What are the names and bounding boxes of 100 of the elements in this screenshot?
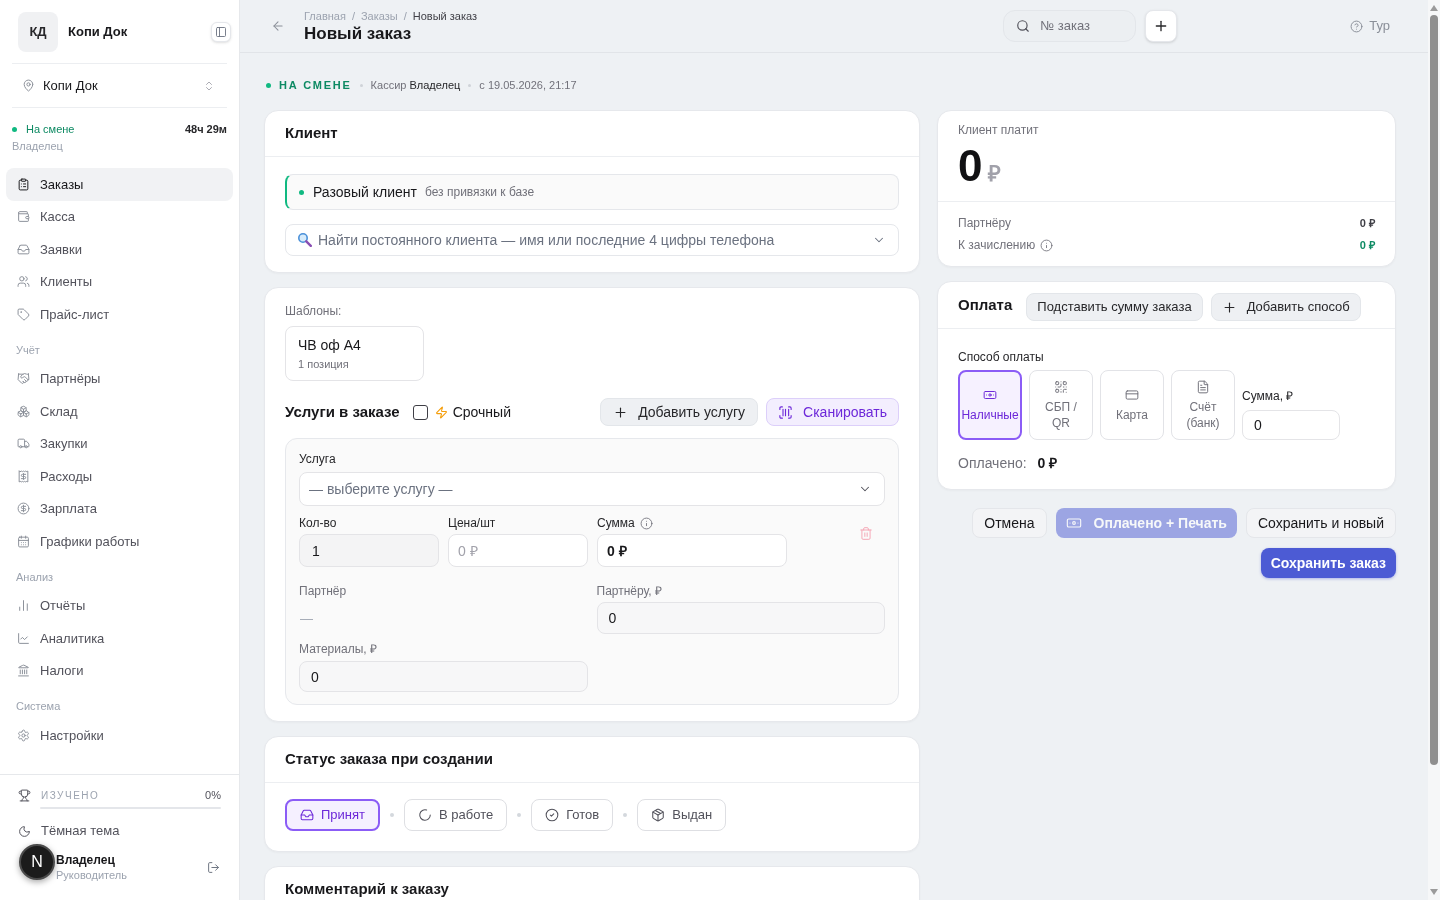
search-icon bbox=[1016, 19, 1031, 33]
scroll-down-arrow-icon[interactable] bbox=[1430, 889, 1438, 895]
shift-role: Владелец bbox=[12, 139, 64, 153]
breadcrumb-separator: / bbox=[351, 8, 355, 23]
scroll-up-arrow-icon[interactable] bbox=[1430, 5, 1438, 11]
urgent-label[interactable]: Срочный bbox=[452, 401, 511, 423]
nav-item[interactable]: Отчёты bbox=[6, 589, 233, 622]
logout-icon bbox=[206, 860, 220, 874]
bar-chart-icon bbox=[17, 599, 30, 613]
client-type-hint: без привязки к базе bbox=[424, 184, 535, 201]
nav-item[interactable]: Налоги bbox=[6, 654, 233, 687]
users-icon bbox=[17, 275, 30, 289]
nav-item[interactable]: Заказы bbox=[6, 168, 233, 201]
secondary-button[interactable]: Отмена bbox=[972, 508, 1047, 538]
document-icon bbox=[1196, 379, 1210, 394]
add-method-button[interactable]: Добавить способ bbox=[1210, 293, 1361, 321]
field-label: Способ оплаты bbox=[958, 350, 1045, 364]
field-label: Цена/шт bbox=[448, 516, 497, 530]
one-time-client-option[interactable]: Разовый клиент без привязки к базе bbox=[285, 174, 899, 210]
fill-order-sum-button[interactable]: Подставить сумму заказа bbox=[1026, 293, 1203, 321]
nav-item[interactable]: Партнёры bbox=[6, 362, 233, 395]
tag-icon bbox=[17, 307, 30, 321]
paid-label: Оплачено: bbox=[958, 453, 1027, 473]
service-select[interactable]: — выберите услугу — bbox=[299, 472, 885, 506]
currency-sign: ₽ bbox=[988, 160, 1002, 188]
check-circle-icon bbox=[545, 808, 560, 822]
plus-icon bbox=[613, 404, 629, 420]
shift-status: На смене bbox=[26, 121, 75, 137]
amount-input[interactable]: 0 bbox=[1242, 410, 1340, 440]
status-step[interactable]: Готов bbox=[531, 799, 614, 831]
coin-icon bbox=[17, 502, 30, 516]
client-search-field[interactable]: Найти постоянного клиента — имя или последние 4 цифры телефона bbox=[285, 224, 899, 256]
delete-button[interactable] bbox=[859, 526, 873, 541]
order-search-field[interactable]: № заказ bbox=[1003, 10, 1137, 42]
add-service-button[interactable]: Добавить услугу bbox=[600, 398, 759, 426]
nav-item[interactable]: Настройки bbox=[6, 719, 233, 752]
client-type: Разовый клиент bbox=[313, 182, 417, 202]
page-title: Новый заказ bbox=[304, 22, 413, 44]
trash-icon bbox=[859, 526, 873, 541]
truck-icon bbox=[17, 437, 30, 451]
nav-item[interactable]: Зарплата bbox=[6, 492, 233, 525]
card-title: Клиент bbox=[285, 123, 338, 144]
price-input[interactable]: 0 ₽ bbox=[448, 534, 588, 567]
boxes-icon bbox=[17, 404, 30, 418]
paid-value: 0 ₽ bbox=[1037, 453, 1058, 473]
nav-item[interactable]: Расходы bbox=[6, 460, 233, 493]
field-label: Сумма bbox=[597, 516, 635, 530]
scrollbar[interactable] bbox=[1428, 0, 1440, 900]
materials-input[interactable]: 0 bbox=[299, 661, 588, 692]
partner-share-input[interactable]: 0 bbox=[596, 602, 885, 634]
collapse-sidebar-button[interactable] bbox=[211, 21, 231, 42]
add-button[interactable] bbox=[1145, 10, 1178, 42]
qr-code-icon bbox=[1054, 379, 1068, 394]
templates-label: Шаблоны: bbox=[285, 303, 343, 319]
info-icon bbox=[639, 516, 653, 530]
breadcrumb-current: Новый заказ bbox=[412, 8, 478, 23]
package-icon bbox=[651, 808, 666, 822]
theme-toggle[interactable]: Тёмная тема bbox=[12, 815, 227, 847]
payment-method-tile[interactable]: СБП / QR bbox=[1029, 370, 1093, 440]
payment-method-tile[interactable]: Счёт (банк) bbox=[1171, 370, 1235, 440]
user-name: Владелец bbox=[56, 852, 116, 868]
quantity-input[interactable]: 1 bbox=[299, 534, 439, 567]
template-card[interactable]: ЧВ оф А4 1 позиция bbox=[285, 326, 424, 381]
payment-method-tile[interactable]: Карта bbox=[1100, 370, 1164, 440]
nav-item[interactable]: Заявки bbox=[6, 233, 233, 266]
summary-label: Клиент платит bbox=[958, 122, 1040, 138]
field-label: Сумма, ₽ bbox=[1242, 389, 1295, 403]
sum-input[interactable]: 0 ₽ bbox=[597, 534, 787, 567]
location-selector[interactable]: Копи Док bbox=[12, 64, 227, 108]
inbox-icon bbox=[17, 242, 30, 256]
help-icon bbox=[1350, 19, 1364, 33]
payment-method-tile[interactable]: Наличные bbox=[958, 370, 1022, 440]
user-role: Руководитель bbox=[56, 867, 127, 882]
summary-row-label: К зачислению bbox=[958, 237, 1036, 254]
status-step[interactable]: Принят bbox=[285, 799, 380, 831]
nav-item[interactable]: Касса bbox=[6, 200, 233, 233]
status-step[interactable]: Выдан bbox=[637, 799, 727, 831]
progress-reading: 0% bbox=[205, 787, 221, 803]
moon-icon bbox=[18, 824, 31, 838]
urgent-checkbox[interactable] bbox=[412, 404, 428, 420]
status-step[interactable]: В работе bbox=[404, 799, 508, 831]
nav-item[interactable]: Аналитика bbox=[6, 622, 233, 655]
nav-item[interactable]: Графики работы bbox=[6, 525, 233, 558]
logout-button[interactable] bbox=[205, 859, 221, 875]
chevrons-up-down-icon bbox=[203, 79, 215, 92]
nav-item[interactable]: Клиенты bbox=[6, 265, 233, 298]
spinner-icon bbox=[418, 808, 432, 822]
nav-item[interactable]: Склад bbox=[6, 395, 233, 428]
cashier-label: Кассир Владелец bbox=[370, 77, 461, 93]
clipboard-icon bbox=[17, 177, 30, 191]
magnifier-icon bbox=[298, 233, 312, 247]
card-title: Комментарий к заказу bbox=[285, 879, 449, 900]
save-order-button[interactable]: Сохранить заказ bbox=[1260, 548, 1396, 578]
nav-item[interactable]: Прайс-лист bbox=[6, 298, 233, 331]
scan-button[interactable]: Сканировать bbox=[766, 398, 899, 426]
nav-item[interactable]: Закупки bbox=[6, 427, 233, 460]
line-chart-icon bbox=[17, 631, 30, 645]
dev-tools-badge[interactable]: N bbox=[19, 844, 55, 880]
secondary-button[interactable]: Сохранить и новый bbox=[1246, 508, 1396, 538]
workspace-name: Копи Док bbox=[68, 22, 128, 41]
